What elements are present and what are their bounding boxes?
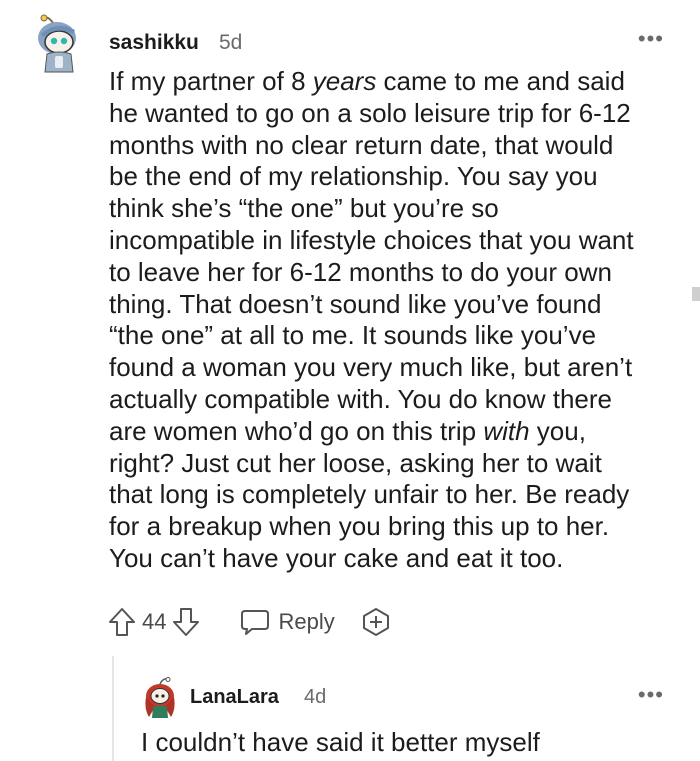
comment-body: If my partner of 8 years came to me and … bbox=[109, 66, 679, 575]
award-plus-icon bbox=[362, 608, 389, 636]
body-text-segment: that long is completely unfair to her. B… bbox=[109, 479, 630, 510]
snoo-avatar-icon bbox=[38, 14, 76, 73]
body-text-segment: incompatible in lifestyle choices that y… bbox=[109, 224, 634, 255]
comment-body-line: to leave her for 6-12 months to do your … bbox=[109, 257, 679, 289]
reply-timestamp: 4d bbox=[304, 686, 327, 708]
comment-timestamp: 5d bbox=[219, 31, 243, 54]
speech-bubble-icon bbox=[241, 610, 270, 635]
comment-body-line: thing. That doesn’t sound like you’ve fo… bbox=[109, 289, 679, 321]
reply-avatar[interactable] bbox=[143, 677, 177, 719]
comment-body-line: “the one” at all to me. It sounds like y… bbox=[109, 320, 679, 352]
award-button[interactable] bbox=[361, 607, 391, 637]
comment-body-line: are women who’d go on this trip with you… bbox=[109, 416, 679, 448]
comment-body-line: think she’s “the one” but you’re so bbox=[109, 193, 679, 225]
body-text-segment: found a woman you very much like, but ar… bbox=[109, 352, 633, 383]
upvote-arrow-icon bbox=[109, 608, 135, 636]
comment-body-line: for a breakup when you bring this up to … bbox=[109, 511, 679, 543]
body-text-segment: for a breakup when you bring this up to … bbox=[109, 511, 610, 542]
comment-body-line: found a woman you very much like, but ar… bbox=[109, 352, 679, 384]
comment-body-line: be the end of my relationship. You say y… bbox=[109, 161, 679, 193]
upvote-button[interactable] bbox=[108, 607, 136, 637]
vote-count: 44 bbox=[142, 609, 167, 634]
body-text-segment: think she’s “the one” but you’re so bbox=[109, 193, 499, 224]
reply-body: I couldn’t have said it better myself bbox=[141, 727, 540, 757]
body-text-segment: months with no clear return date, that w… bbox=[109, 129, 614, 160]
body-text-segment: you, bbox=[529, 415, 586, 446]
body-text-segment: If my partner of 8 bbox=[109, 66, 313, 96]
comment-body-line: You can’t have your cake and eat it too. bbox=[109, 543, 679, 575]
emphasis-text: years bbox=[312, 66, 377, 96]
body-text-segment: “the one” at all to me. It sounds like y… bbox=[109, 320, 597, 351]
comment-body-line: If my partner of 8 years came to me and … bbox=[109, 66, 679, 98]
comment-body-line: months with no clear return date, that w… bbox=[109, 130, 679, 162]
body-text-segment: thing. That doesn’t sound like you’ve fo… bbox=[109, 288, 602, 319]
comment-body-line: he wanted to go on a solo leisure trip f… bbox=[109, 98, 679, 130]
comment-body-line: that long is completely unfair to her. B… bbox=[109, 479, 679, 511]
body-text-segment: You can’t have your cake and eat it too. bbox=[109, 542, 564, 573]
comment-body-line: actually compatible with. You do know th… bbox=[109, 384, 679, 416]
reply-button[interactable]: Reply bbox=[240, 608, 335, 636]
thread-line[interactable] bbox=[112, 656, 114, 761]
avatar[interactable] bbox=[35, 12, 83, 74]
downvote-button[interactable] bbox=[172, 607, 200, 637]
emphasis-text: with bbox=[483, 415, 530, 446]
comment-body-line: right? Just cut her loose, asking her to… bbox=[109, 448, 679, 480]
comment-body-line: incompatible in lifestyle choices that y… bbox=[109, 225, 679, 257]
snoo-avatar-red-hair-icon bbox=[145, 677, 175, 718]
body-text-segment: he wanted to go on a solo leisure trip f… bbox=[109, 97, 631, 128]
reply-label: Reply bbox=[278, 609, 335, 634]
reply-username[interactable]: LanaLara bbox=[190, 686, 279, 709]
body-text-segment: be the end of my relationship. You say y… bbox=[109, 161, 598, 192]
body-text-segment: actually compatible with. You do know th… bbox=[109, 383, 612, 414]
more-options-icon[interactable]: ••• bbox=[638, 28, 664, 50]
body-text-segment: came to me and said bbox=[376, 66, 625, 96]
scrollbar-thumb[interactable] bbox=[692, 287, 700, 301]
reply-more-options-icon[interactable]: ••• bbox=[638, 684, 664, 706]
comment-username[interactable]: sashikku bbox=[109, 31, 199, 55]
body-text-segment: right? Just cut her loose, asking her to… bbox=[109, 447, 602, 478]
comment-actions: 44 Reply bbox=[108, 604, 391, 640]
body-text-segment: are women who’d go on this trip bbox=[109, 415, 484, 446]
body-text-segment: to leave her for 6-12 months to do your … bbox=[109, 256, 612, 287]
downvote-arrow-icon bbox=[173, 608, 200, 636]
